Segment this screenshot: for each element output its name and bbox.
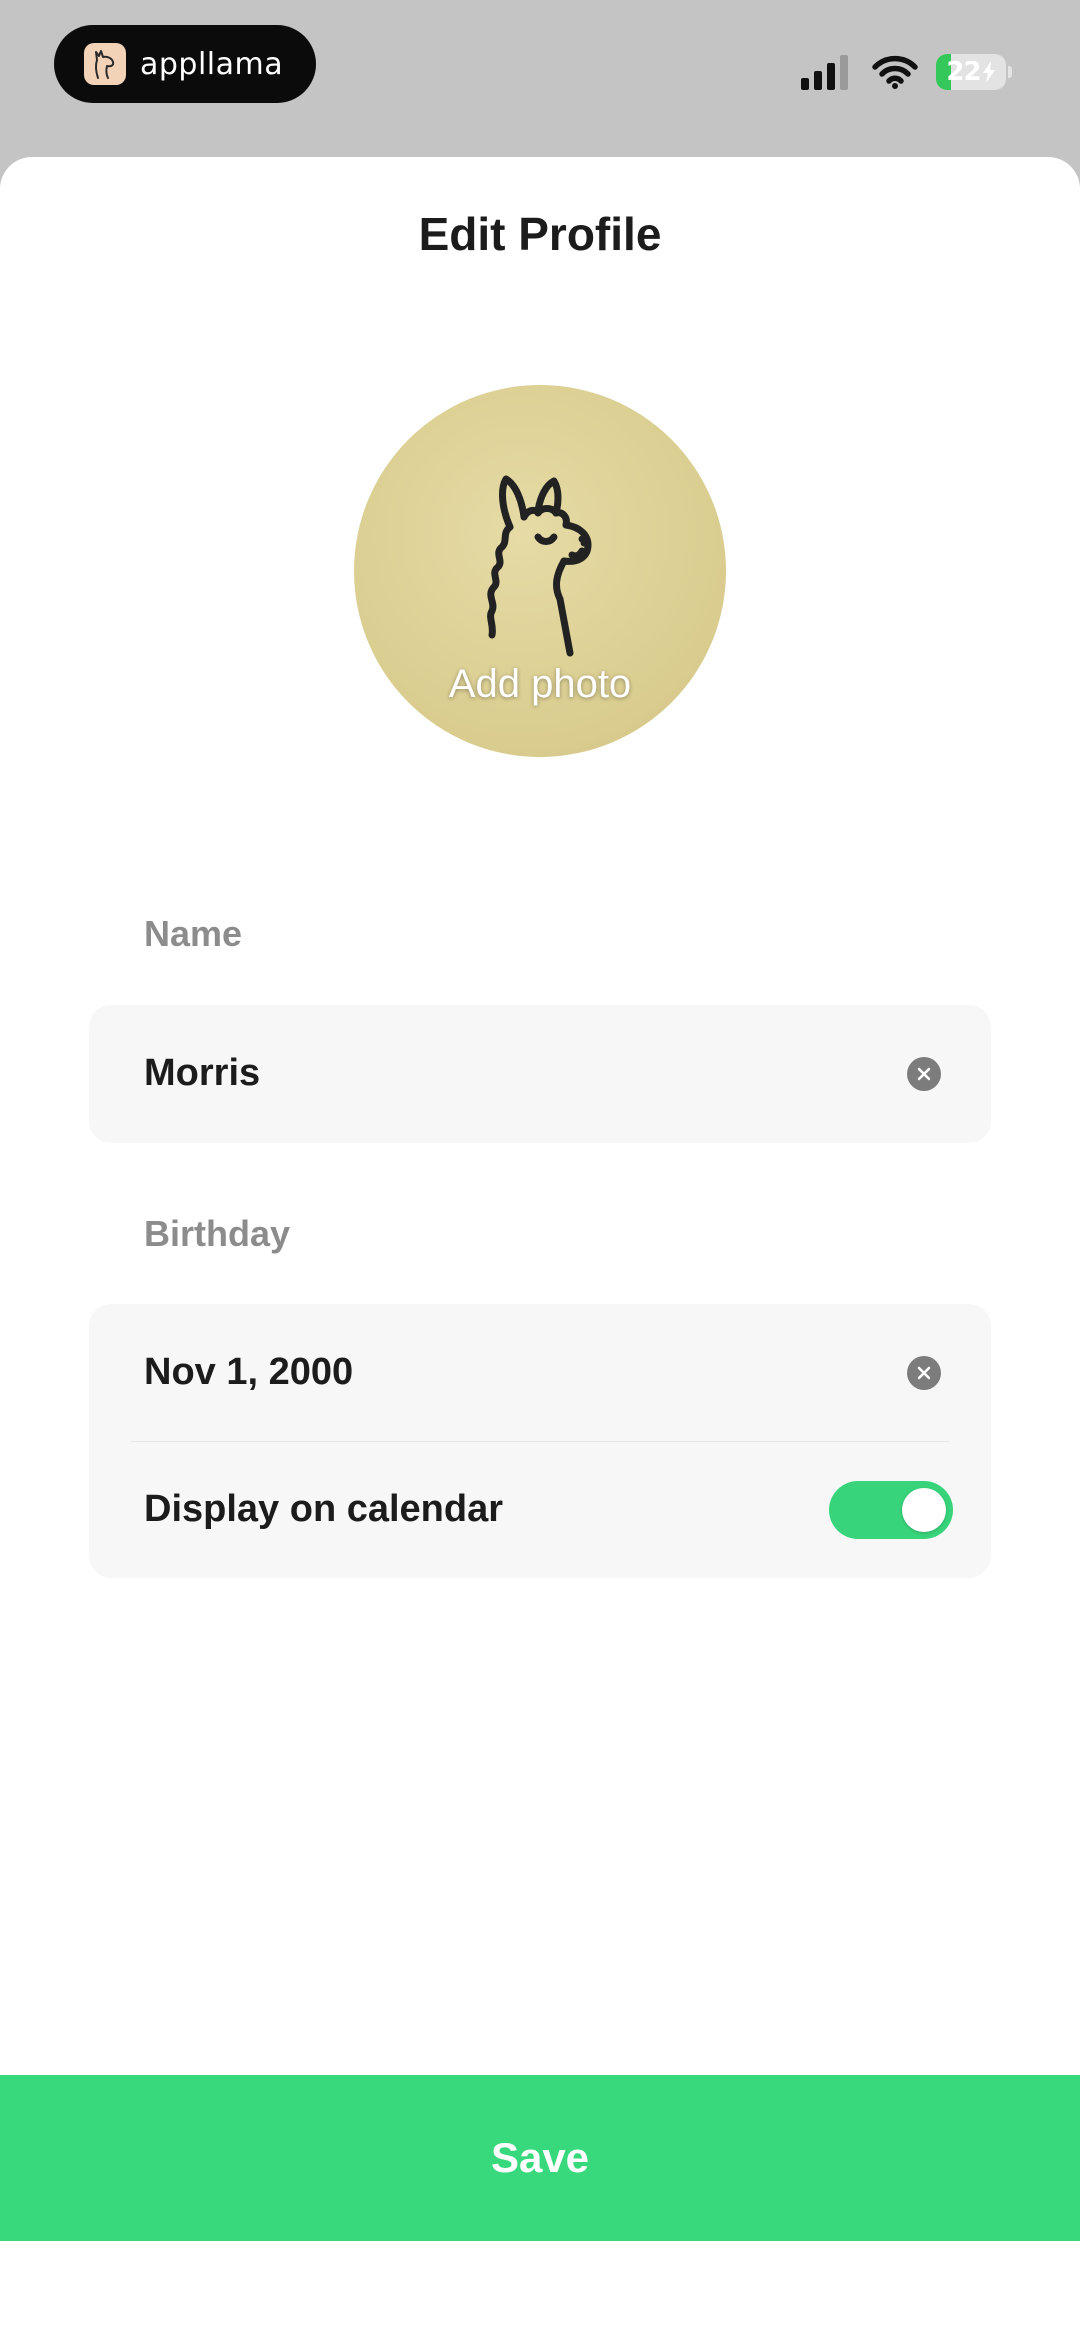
wifi-icon <box>872 55 918 89</box>
battery-level: 22 <box>946 57 981 87</box>
clear-birthday-button[interactable] <box>907 1355 941 1390</box>
name-value[interactable]: Morris <box>144 1052 260 1095</box>
edit-profile-sheet: Edit Profile Add photo Name Morris Birth… <box>0 157 1080 2336</box>
clear-name-button[interactable] <box>907 1056 941 1091</box>
birthday-label: Birthday <box>144 1213 291 1254</box>
display-on-calendar-row: Display on calendar <box>89 1441 991 1578</box>
name-field[interactable]: Morris <box>89 1005 991 1142</box>
llama-icon <box>487 475 592 657</box>
display-on-calendar-label: Display on calendar <box>144 1488 504 1530</box>
save-button[interactable]: Save <box>0 2075 1080 2241</box>
app-indicator-pill[interactable]: appllama <box>54 25 316 103</box>
page-title: Edit Profile <box>418 208 662 260</box>
app-name: appllama <box>140 46 284 82</box>
name-field-card: Morris <box>89 1005 991 1143</box>
display-on-calendar-toggle[interactable] <box>829 1480 953 1539</box>
birthday-value[interactable]: Nov 1, 2000 <box>144 1351 353 1394</box>
battery-cap <box>1008 66 1012 78</box>
battery-icon: 22 <box>936 54 1006 90</box>
clear-icon <box>917 1067 931 1080</box>
charging-bolt-icon <box>982 61 995 83</box>
app-logo-icon <box>84 43 126 85</box>
name-label: Name <box>144 913 243 954</box>
add-photo-label: Add photo <box>448 662 632 706</box>
cellular-signal-icon <box>801 54 848 90</box>
status-icons: 22 <box>801 48 1012 96</box>
avatar-add-photo-button[interactable]: Add photo <box>354 385 726 757</box>
birthday-field[interactable]: Nov 1, 2000 <box>89 1304 991 1441</box>
toggle-knob <box>902 1487 946 1532</box>
status-bar: appllama 22 <box>0 0 1080 150</box>
clear-icon <box>917 1366 931 1379</box>
birthday-field-card: Nov 1, 2000 Display on calendar <box>89 1304 991 1578</box>
